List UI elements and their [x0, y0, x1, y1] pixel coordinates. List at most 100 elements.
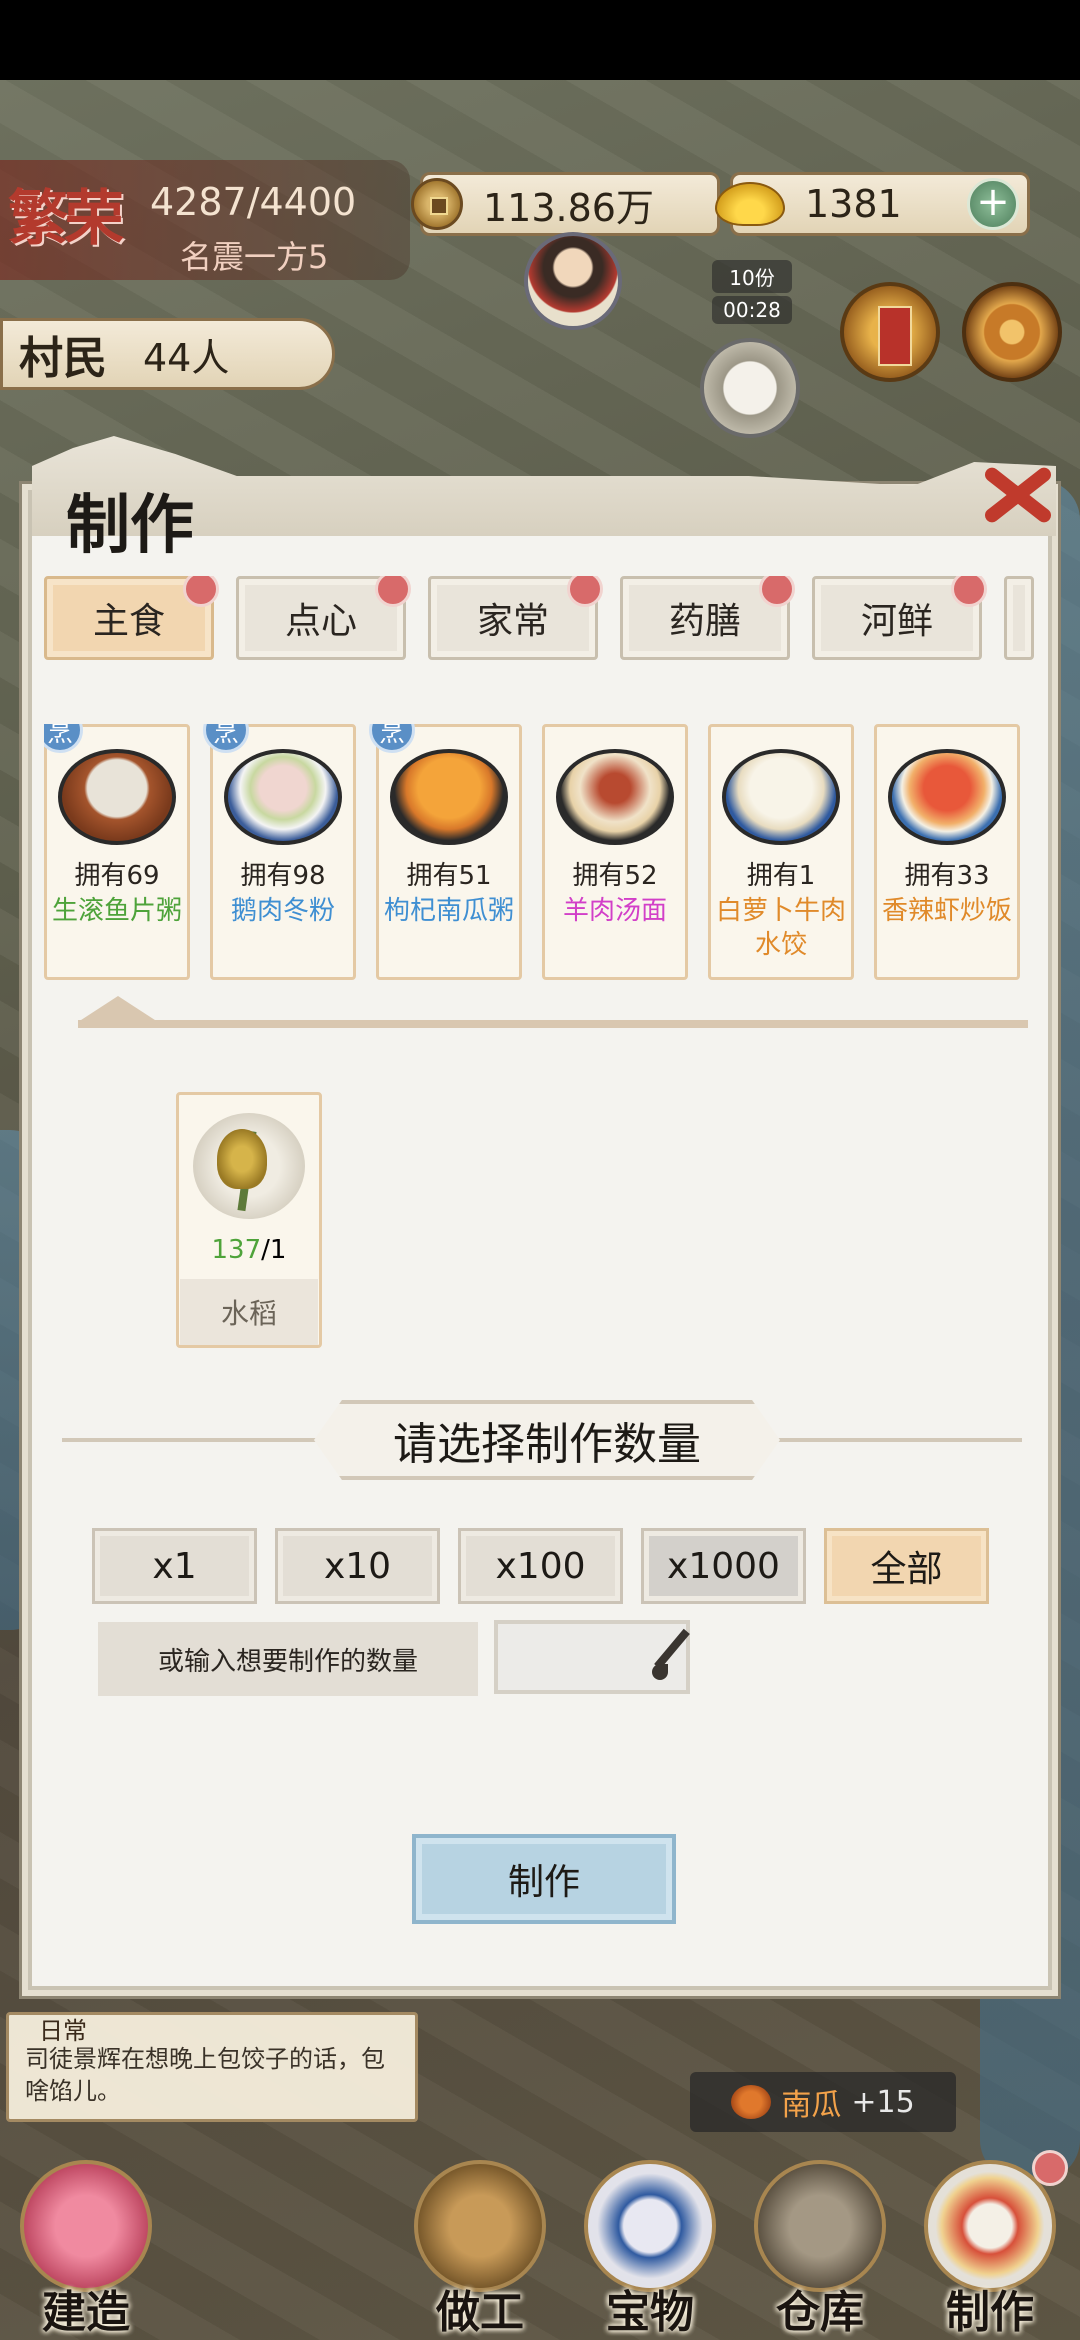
nav-label: 制作	[946, 2287, 1034, 2338]
goose-noodle-icon	[224, 749, 342, 845]
prosperity-title: 繁荣	[8, 184, 124, 254]
tab-staple[interactable]: 主食	[44, 576, 219, 660]
timer-countdown: 00:28	[712, 296, 792, 324]
scroll-icon[interactable]	[840, 282, 940, 382]
dish-name: 白萝卜牛肉水饺	[715, 896, 846, 960]
tab-river-fish[interactable]: 河鲜	[812, 576, 987, 660]
nav-build[interactable]: 建造	[6, 2160, 166, 2340]
tab-medicinal[interactable]: 药膳	[620, 576, 795, 660]
make-button[interactable]: 制作	[412, 1834, 676, 1924]
porcelain-vase-icon	[584, 2160, 716, 2292]
tab-label: 药膳	[668, 601, 741, 642]
dish-card[interactable]: 拥有1 白萝卜牛肉水饺	[708, 724, 854, 980]
ingredient-need: /1	[261, 1234, 287, 1265]
dish-card[interactable]: 烹 拥有98 鹅肉冬粉	[203, 724, 356, 980]
qty-x1-button[interactable]: x1	[92, 1528, 257, 1604]
ingredient-have: 137	[211, 1234, 262, 1265]
dish-card[interactable]: 烹 拥有69 生滚鱼片粥	[44, 724, 190, 980]
qty-x1000-button[interactable]: x1000	[641, 1528, 806, 1604]
dish-card[interactable]: 拥有33 香辣虾炒饭	[874, 724, 1020, 980]
dish-name: 鹅肉冬粉	[230, 896, 335, 926]
copper-coin-icon	[411, 178, 463, 230]
dish-owned: 拥有69	[74, 861, 160, 891]
dish-card[interactable]: 拥有52 羊肉汤面	[542, 724, 688, 980]
blossom-tree-icon	[20, 2160, 152, 2292]
quantity-options: x1 x10 x100 x1000 全部	[92, 1528, 992, 1604]
tab-label: 河鲜	[860, 601, 933, 642]
tab-dim-sum[interactable]: 点心	[236, 576, 411, 660]
qty-all-button[interactable]: 全部	[824, 1528, 989, 1604]
daily-text: 司徒景辉在想晚上包饺子的话，包啥馅儿。	[25, 2045, 385, 2105]
nav-work[interactable]: 做工	[400, 2160, 560, 2340]
gear-icon[interactable]	[962, 282, 1062, 382]
crafting-dialog: 制作 主食 点心 家常 药膳 河鲜 烹 拥有69 生滚鱼片粥 烹 拥有98 鹅肉…	[28, 436, 1056, 1990]
tab-next-partial[interactable]	[1004, 576, 1034, 660]
section-title: 请选择制作数量	[393, 1419, 701, 1470]
selection-pointer	[78, 996, 158, 1022]
harvest-toast: 南瓜 +15	[690, 2072, 956, 2132]
dish-card[interactable]: 烹 拥有51 枸杞南瓜粥	[369, 724, 522, 980]
nav-storage[interactable]: 仓库	[740, 2160, 900, 2340]
gold-value: 1381	[805, 182, 902, 226]
dish-name: 羊肉汤面	[562, 896, 667, 926]
tab-home-cooking[interactable]: 家常	[428, 576, 603, 660]
dish-name: 香辣虾炒饭	[881, 896, 1012, 926]
dish-owned: 拥有98	[240, 861, 326, 891]
prosperity-value: 4287/4400	[150, 180, 357, 224]
shrimp-rice-icon	[888, 749, 1006, 845]
nav-label: 宝物	[606, 2287, 694, 2338]
dish-owned: 拥有33	[904, 861, 990, 891]
nav-label: 仓库	[776, 2287, 864, 2338]
sheep-icon[interactable]	[700, 338, 800, 438]
fish-porridge-icon	[58, 749, 176, 845]
nav-label: 建造	[42, 2287, 130, 2338]
gold-counter: 1381 +	[715, 172, 1030, 236]
ingredient-name-box: 水稻	[180, 1278, 318, 1345]
pumpkin-icon	[731, 2085, 772, 2119]
dumpling-icon	[722, 749, 840, 845]
ingredient-card[interactable]: 137/1 水稻	[176, 1092, 322, 1348]
tab-label: 点心	[284, 601, 357, 642]
notification-dot	[951, 576, 987, 607]
dialog-title: 制作	[66, 488, 194, 563]
divider	[62, 1438, 322, 1442]
dish-owned: 拥有1	[746, 861, 816, 891]
dish-owned: 拥有52	[572, 861, 658, 891]
timer-portion: 10份	[712, 260, 792, 293]
rice-plant-icon	[193, 1113, 305, 1219]
bottom-nav: 建造 做工 宝物 仓库 制作	[0, 2150, 1080, 2340]
dish-name: 生滚鱼片粥	[51, 896, 182, 926]
cook-badge: 烹	[203, 724, 249, 753]
category-tabs: 主食 点心 家常 药膳 河鲜	[44, 576, 1044, 666]
nav-treasure[interactable]: 宝物	[570, 2160, 730, 2340]
pumpkin-porridge-icon	[390, 749, 508, 845]
notification-dot	[1032, 2150, 1068, 2186]
notification-dot	[567, 576, 603, 607]
close-button[interactable]	[976, 454, 1056, 534]
coin-value: 113.86万	[483, 185, 654, 230]
coin-counter: 113.86万	[411, 172, 720, 236]
warehouse-icon	[754, 2160, 886, 2292]
add-gold-button[interactable]: +	[967, 178, 1019, 230]
section-title-box: 请选择制作数量	[314, 1400, 780, 1480]
daily-tag: 日常	[39, 2017, 87, 2045]
cook-badge: 烹	[369, 724, 415, 753]
divider	[772, 1438, 1022, 1442]
tab-label: 家常	[476, 601, 549, 642]
character-avatar[interactable]	[524, 232, 622, 330]
villager-label: 村民	[19, 333, 107, 384]
qty-x10-button[interactable]: x10	[275, 1528, 440, 1604]
gold-ingot-icon	[715, 182, 785, 226]
divider	[78, 1020, 1028, 1028]
input-hint-box: 或输入想要制作的数量	[98, 1622, 478, 1696]
dish-name: 枸杞南瓜粥	[383, 896, 514, 926]
harvest-amount: +15	[851, 2084, 915, 2120]
qty-x100-button[interactable]: x100	[458, 1528, 623, 1604]
ingredient-quantity: 137/1	[212, 1235, 287, 1265]
daily-event-box[interactable]: 日常 司徒景辉在想晚上包饺子的话，包啥馅儿。	[6, 2012, 418, 2122]
lamb-noodle-icon	[556, 749, 674, 845]
tab-label: 主食	[92, 601, 165, 642]
nav-craft[interactable]: 制作	[910, 2150, 1070, 2340]
notification-dot	[375, 576, 411, 607]
villager-counter[interactable]: 村民 44人	[0, 318, 335, 390]
